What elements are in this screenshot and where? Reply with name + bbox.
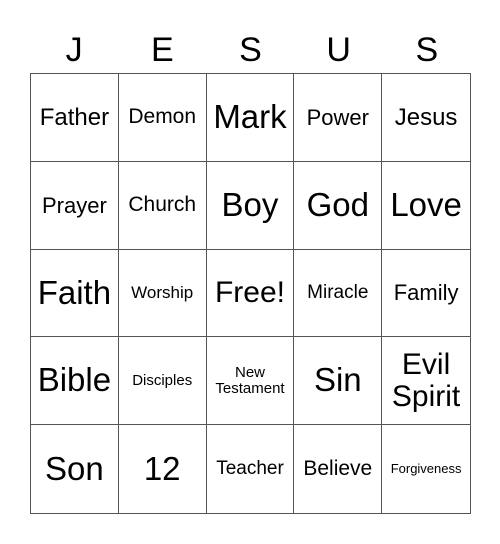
header-letter-s: S xyxy=(239,31,262,69)
header-letter-s2: S xyxy=(415,31,439,69)
bingo-header: J E S U S xyxy=(30,28,471,72)
bingo-cell[interactable]: Faith xyxy=(31,249,119,338)
bingo-cell[interactable]: Boy xyxy=(206,161,295,250)
bingo-cell[interactable]: Son xyxy=(31,425,119,513)
bingo-cell[interactable]: Father xyxy=(31,74,119,162)
bingo-cell[interactable]: Jesus xyxy=(382,74,470,162)
bingo-cell[interactable]: Evil Spirit xyxy=(382,337,470,426)
bingo-cell[interactable]: Prayer xyxy=(31,161,119,250)
bingo-cell[interactable]: Disciples xyxy=(118,337,207,426)
bingo-cell[interactable]: Sin xyxy=(294,337,383,426)
bingo-cell[interactable]: Mark xyxy=(206,74,295,162)
bingo-cell[interactable]: Bible xyxy=(31,337,119,426)
bingo-cell[interactable]: Forgiveness xyxy=(382,425,470,513)
header-letter-u: U xyxy=(326,31,351,69)
bingo-cell[interactable]: Power xyxy=(294,74,383,162)
bingo-cell[interactable]: Worship xyxy=(118,249,207,338)
bingo-cell[interactable]: Teacher xyxy=(207,425,295,513)
bingo-cell[interactable]: Believe xyxy=(294,425,383,513)
header-letter-j: J xyxy=(65,31,83,69)
bingo-cell[interactable]: God xyxy=(294,161,383,250)
bingo-cell[interactable]: Love xyxy=(382,162,470,250)
bingo-cell[interactable]: 12 xyxy=(119,425,207,513)
bingo-cell[interactable]: Miracle xyxy=(294,249,383,338)
bingo-cell[interactable]: Family xyxy=(382,250,470,338)
bingo-grid: Father Demon Mark Power Jesus Prayer Chu… xyxy=(30,73,471,514)
bingo-cell[interactable]: New Testament xyxy=(206,337,295,426)
bingo-cell[interactable]: Demon xyxy=(118,74,207,162)
header-letter-e: E xyxy=(150,31,174,69)
bingo-cell[interactable]: Church xyxy=(118,161,207,250)
bingo-cell-free[interactable]: Free! xyxy=(206,249,295,338)
